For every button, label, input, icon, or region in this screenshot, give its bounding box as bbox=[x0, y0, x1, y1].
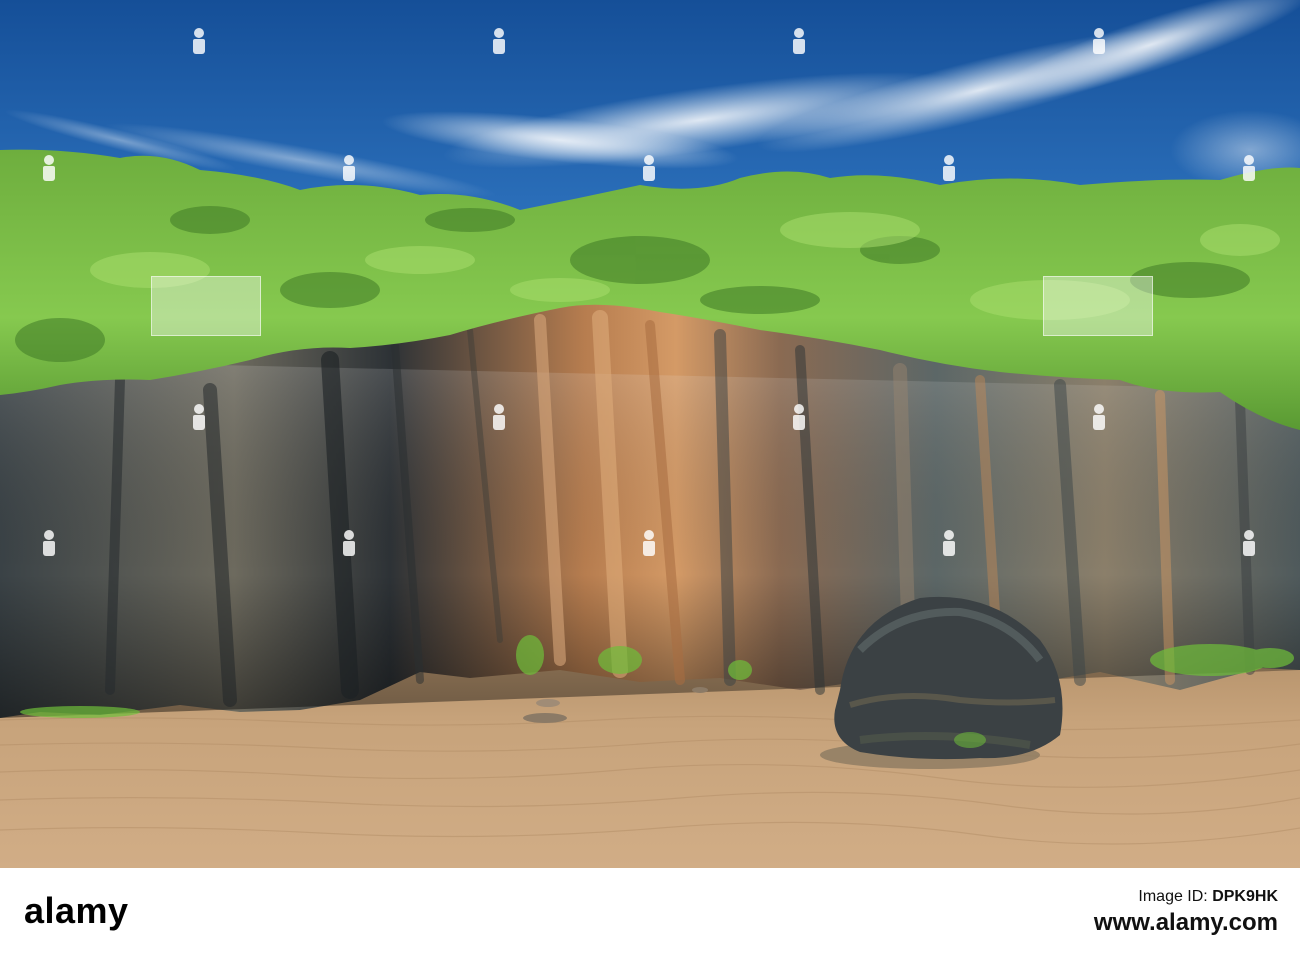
photo-canvas bbox=[0, 0, 1300, 868]
image-id-row: Image ID: DPK9HK bbox=[1094, 886, 1278, 908]
watermark-bar bbox=[151, 276, 261, 336]
image-info: Image ID: DPK9HK www.alamy.com bbox=[1094, 886, 1278, 938]
site-url: www.alamy.com bbox=[1093, 909, 1278, 936]
alamy-logo: alamy bbox=[24, 890, 129, 931]
image-id-label: Image ID: bbox=[1138, 888, 1208, 905]
stock-footer-bar: alamy Image ID: DPK9HK www.alamy.com bbox=[0, 868, 1300, 957]
watermark-bar bbox=[1043, 276, 1153, 336]
image-id-value: DPK9HK bbox=[1212, 888, 1278, 905]
beach-cliff-photo bbox=[0, 0, 1300, 868]
